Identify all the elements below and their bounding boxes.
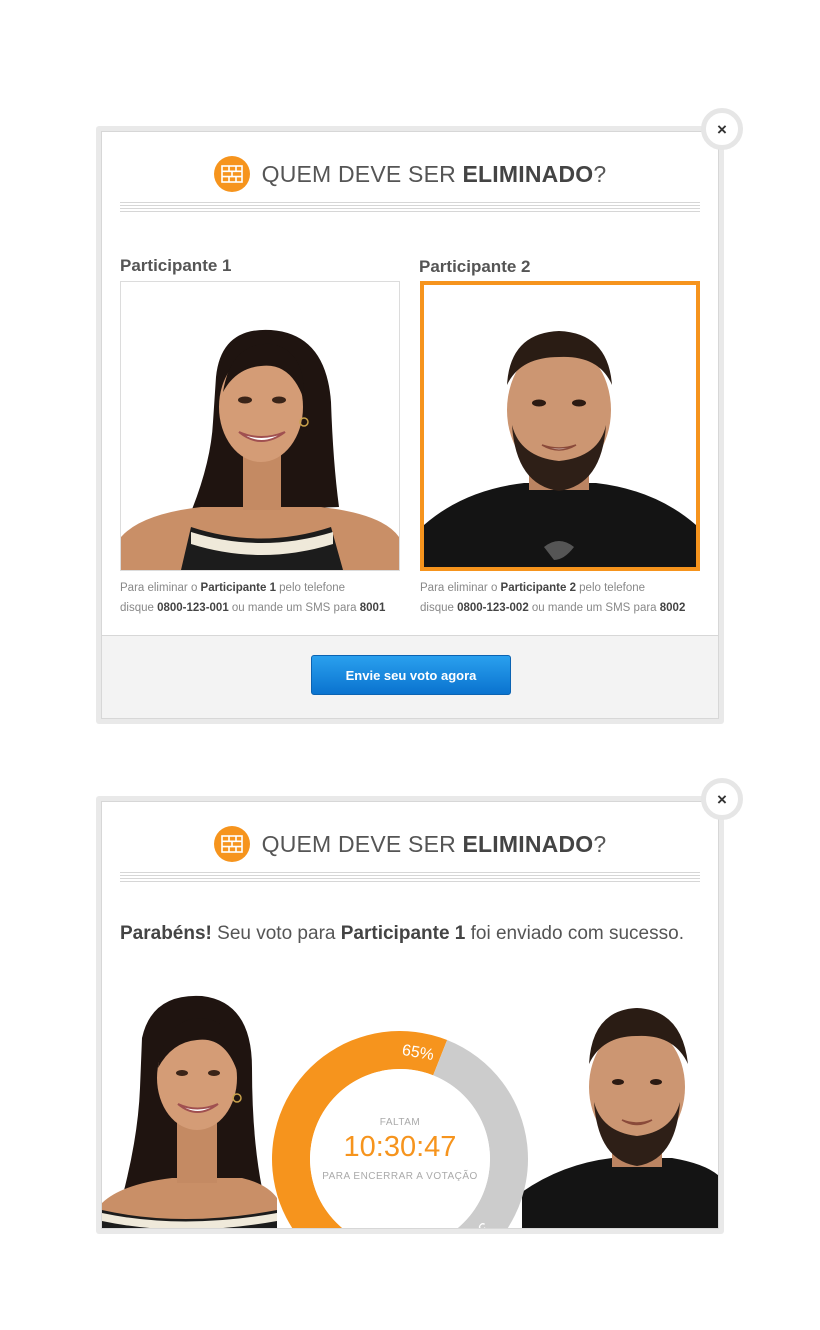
vote-donut-chart: 65%35% FALTAM 10:30:47 PARA ENCERRAR A V… (270, 1029, 530, 1228)
submit-vote-button[interactable]: Envie seu voto agora (311, 655, 511, 695)
header-divider (120, 202, 700, 212)
instr-name: Participante 1 (200, 582, 276, 594)
candidate-1-photo (121, 329, 399, 570)
instr-text: Para eliminar o (120, 582, 201, 594)
title-bold: ELIMINADO (462, 830, 594, 857)
modal-footer: Envie seu voto agora (102, 635, 718, 718)
instr-text: ou mande um SMS para (228, 602, 360, 614)
modal-title: QUEM DEVE SER ELIMINADO? (262, 831, 607, 858)
vote-modal: QUEM DEVE SER ELIMINADO? Participante 1 … (96, 126, 724, 724)
modal-title: QUEM DEVE SER ELIMINADO? (262, 161, 607, 188)
candidate-1-photo-card[interactable] (120, 281, 400, 571)
instr-text: pelo telefone (575, 582, 646, 594)
close-icon: × (717, 789, 727, 809)
title-suffix: ? (593, 160, 607, 187)
modal-header: QUEM DEVE SER ELIMINADO? (102, 154, 718, 194)
countdown-timer: 10:30:47 (343, 1131, 457, 1163)
phone-number: 0800-123-002 (457, 602, 529, 614)
sms-number: 8001 (359, 602, 386, 614)
timer-top-label: FALTAM (379, 1117, 421, 1128)
result-modal: QUEM DEVE SER ELIMINADO? Parabéns! Seu v… (96, 796, 724, 1234)
brick-wall-icon (213, 826, 250, 862)
result-modal-body: QUEM DEVE SER ELIMINADO? Parabéns! Seu v… (101, 801, 719, 1229)
instr-text: disque (420, 602, 458, 614)
msg-text: Seu voto para (211, 923, 341, 944)
candidate-1-result-photo (102, 995, 277, 1228)
instr-name: Participante 2 (500, 582, 576, 594)
timer-bottom-label: PARA ENCERRAR A VOTAÇÃO (322, 1171, 478, 1182)
instr-text: pelo telefone (275, 582, 346, 594)
candidate-2-result-photo (522, 1008, 718, 1228)
close-button[interactable]: × (701, 778, 743, 820)
instr-text: ou mande um SMS para (528, 602, 660, 614)
msg-bold: Participante 1 (340, 923, 466, 944)
candidate-1-label: Participante 1 (120, 256, 232, 275)
title-suffix: ? (593, 830, 607, 857)
brick-wall-icon (213, 156, 250, 192)
msg-bold: Parabéns! (120, 923, 212, 944)
msg-text: foi enviado com sucesso. (465, 923, 684, 944)
candidate-2-photo-card[interactable] (420, 281, 700, 571)
candidate-2-label: Participante 2 (419, 257, 531, 276)
success-message: Parabéns! Seu voto para Participante 1 f… (120, 923, 684, 945)
phone-number: 0800-123-001 (157, 602, 229, 614)
sms-number: 8002 (659, 602, 686, 614)
candidate-2-photo (424, 331, 696, 567)
title-prefix: QUEM DEVE SER (261, 830, 463, 857)
close-icon: × (717, 119, 727, 139)
title-prefix: QUEM DEVE SER (261, 160, 463, 187)
instr-text: Para eliminar o (420, 582, 501, 594)
candidate-1-instructions: Para eliminar o Participante 1 pelo tele… (120, 578, 385, 618)
header-divider (120, 872, 700, 882)
modal-header: QUEM DEVE SER ELIMINADO? (102, 824, 718, 864)
instr-text: disque (120, 602, 158, 614)
title-bold: ELIMINADO (462, 160, 594, 187)
candidate-2-instructions: Para eliminar o Participante 2 pelo tele… (420, 578, 685, 618)
vote-modal-body: QUEM DEVE SER ELIMINADO? Participante 1 … (101, 131, 719, 719)
close-button[interactable]: × (701, 108, 743, 150)
